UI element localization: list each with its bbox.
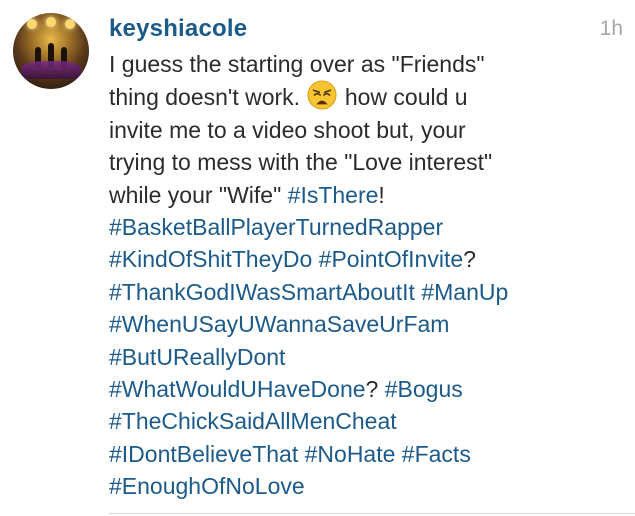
hashtag-link[interactable]: #TheChickSaidAllMenCheat <box>109 408 397 434</box>
comment-text: I guess the starting over as "Friends" th… <box>109 48 609 503</box>
comment-line: #IDontBelieveThat #NoHate #Facts <box>109 438 609 470</box>
comment-line: #WhatWouldUHaveDone? #Bogus <box>109 373 609 405</box>
comment-line: while your "Wife" #IsThere! <box>109 179 609 211</box>
comment-text-segment: thing doesn't work. <box>109 84 307 111</box>
comment-text-segment: invite me to a video shoot but, your <box>109 116 466 143</box>
hashtag-link[interactable]: #EnoughOfNoLove <box>109 473 305 499</box>
hashtag-link[interactable]: #Facts <box>402 441 471 467</box>
hashtag-link[interactable]: #ButUReallyDont <box>109 344 285 370</box>
comment-line: #EnoughOfNoLove <box>109 470 609 502</box>
hashtag-link[interactable]: #PointOfInvite <box>319 246 463 272</box>
stage-light-icon <box>46 17 56 27</box>
comment-line: #BasketBallPlayerTurnedRapper <box>109 211 609 243</box>
hashtag-link[interactable]: #WhenUSayUWannaSaveUrFam <box>109 311 449 337</box>
comment-line: invite me to a video shoot but, your <box>109 114 609 146</box>
comment-line: #WhenUSayUWannaSaveUrFam <box>109 308 609 340</box>
weary-face-icon <box>307 80 337 110</box>
comment-timestamp: 1h <box>599 17 623 40</box>
hashtag-link[interactable]: #ThankGodIWasSmartAboutIt <box>109 279 415 305</box>
comment-line: #TheChickSaidAllMenCheat <box>109 405 609 437</box>
comment-line: I guess the starting over as "Friends" <box>109 48 609 80</box>
hashtag-link[interactable]: #IDontBelieveThat <box>109 441 298 467</box>
avatar[interactable] <box>13 13 89 89</box>
comment-item: keyshiacole 1h I guess the starting over… <box>0 0 635 516</box>
comment-text-segment: ? <box>365 376 385 403</box>
comment-line: #KindOfShitTheyDo #PointOfInvite? <box>109 243 609 275</box>
comment-username[interactable]: keyshiacole <box>109 14 247 44</box>
stage-shape <box>21 61 81 79</box>
comment-text-segment: while your "Wife" <box>109 181 288 208</box>
hashtag-link[interactable]: #NoHate <box>305 441 396 467</box>
comment-text-segment: I guess the starting over as "Friends" <box>109 51 485 77</box>
hashtag-link[interactable]: #KindOfShitTheyDo <box>109 246 312 272</box>
comment-text-segment: ? <box>463 246 476 273</box>
comment-text-segment: trying to mess with the "Love interest" <box>109 149 493 176</box>
comment-line: trying to mess with the "Love interest" <box>109 146 609 178</box>
stage-light-icon <box>65 19 75 29</box>
comment-text-segment: ! <box>378 181 385 208</box>
hashtag-link[interactable]: #BasketBallPlayerTurnedRapper <box>109 214 443 240</box>
hashtag-link[interactable]: #WhatWouldUHaveDone <box>109 376 366 402</box>
stage-light-icon <box>27 19 37 29</box>
hashtag-link[interactable]: #ManUp <box>421 279 508 305</box>
comment-line: #ButUReallyDont <box>109 341 609 373</box>
comment-line: thing doesn't work. how could u <box>109 80 609 113</box>
hashtag-link[interactable]: #IsThere <box>288 182 379 208</box>
comment-text-segment: how could u <box>338 84 468 111</box>
hashtag-link[interactable]: #Bogus <box>385 376 463 402</box>
comment-line: #ThankGodIWasSmartAboutIt #ManUp <box>109 276 609 308</box>
divider <box>109 513 635 514</box>
